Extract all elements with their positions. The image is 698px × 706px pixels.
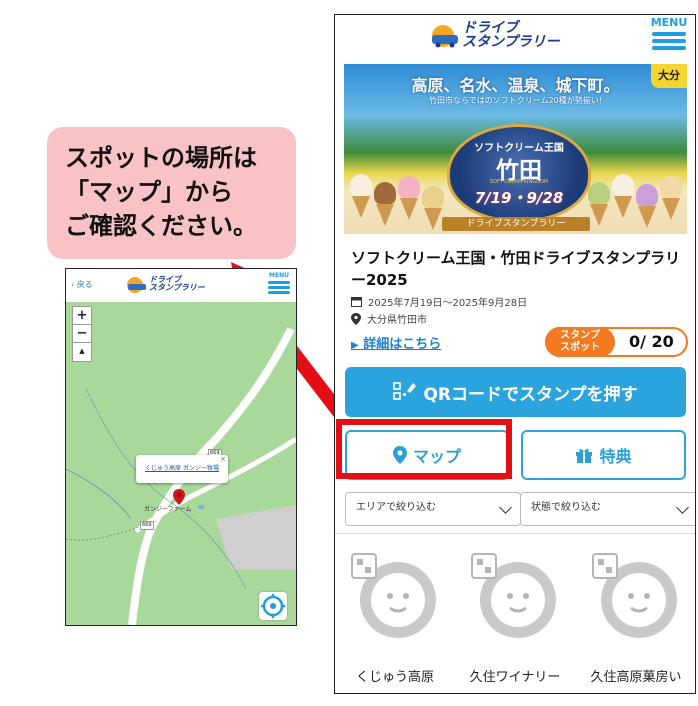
soft-cream-icon bbox=[374, 182, 396, 226]
spot-card[interactable]: 久住ワイナリー bbox=[455, 533, 576, 693]
logo-car-icon bbox=[127, 277, 146, 293]
qr-stamp-button[interactable]: QRコードでスタンプを押す bbox=[345, 367, 686, 417]
back-chevron-icon: ‹ bbox=[71, 280, 75, 289]
detail-link[interactable]: ▶ 詳細はこちら bbox=[351, 333, 441, 352]
stamp-spot-badge: スタンプ スポット bbox=[545, 327, 615, 357]
menu-bar-icon bbox=[652, 39, 686, 43]
map-popup[interactable]: くじゅう高原 ガンジー牧場 × bbox=[136, 455, 228, 483]
stamp-spot-counter: スタンプ スポット 0/ 20 bbox=[545, 327, 688, 357]
menu-label: MENU bbox=[650, 16, 688, 29]
stamp-count-value: 0/ 20 bbox=[629, 332, 674, 351]
calendar-icon bbox=[351, 297, 362, 307]
stamp-label-line2: スポット bbox=[560, 342, 600, 353]
popup-close-icon[interactable]: × bbox=[220, 445, 226, 473]
banner-headline: 高原、名水、温泉、城下町。 bbox=[411, 76, 620, 95]
logo-line2: スタンプラリー bbox=[462, 34, 560, 50]
chevron-down-icon bbox=[499, 501, 512, 514]
highlight-box bbox=[336, 419, 512, 479]
stamp-placeholder-icon bbox=[471, 553, 556, 638]
logo-car-icon bbox=[432, 25, 458, 48]
back-link[interactable]: ‹ 戻る bbox=[71, 279, 93, 290]
menu-bar-icon bbox=[268, 281, 290, 284]
menu-bar-icon bbox=[652, 46, 686, 50]
emblem-en-text: SOFT CREAM KINGDOM bbox=[489, 179, 549, 185]
prefecture-tag: 大分 bbox=[651, 64, 687, 88]
area-filter-select[interactable]: エリアで絞り込む bbox=[345, 492, 521, 526]
location-text: 大分県竹田市 bbox=[367, 315, 427, 326]
play-triangle-icon: ▶ bbox=[351, 340, 359, 351]
spot-name: 久住ワイナリー bbox=[469, 670, 561, 685]
mini-menu-label: MENU bbox=[269, 272, 289, 279]
map-pin-icon[interactable] bbox=[173, 489, 185, 505]
qr-button-label: QRコードでスタンプを押す bbox=[423, 384, 638, 405]
app-logo[interactable]: ドライブ スタンプラリー bbox=[430, 19, 560, 51]
soft-cream-icon bbox=[422, 186, 444, 230]
stamp-label-line1: スタンプ bbox=[560, 330, 600, 341]
soft-cream-icon bbox=[588, 182, 610, 226]
perk-button-label: 特典 bbox=[599, 447, 632, 466]
soft-cream-icon bbox=[636, 184, 658, 228]
period-row: 2025年7月19日〜2025年9月28日 bbox=[351, 294, 527, 309]
compass-button[interactable]: ▲ bbox=[72, 342, 92, 362]
banner-subline: 竹田市ならではのソフトクリーム20種が勢揃い! bbox=[429, 96, 602, 105]
location-pin-icon bbox=[351, 312, 361, 325]
mini-logo[interactable]: ドライブ スタンプラリー bbox=[126, 273, 205, 295]
stamp-placeholder-icon bbox=[592, 553, 677, 638]
mini-header: ‹ 戻る ドライブ スタンプラリー MENU bbox=[66, 269, 296, 302]
map-canvas[interactable] bbox=[66, 269, 296, 625]
mini-menu-button[interactable]: MENU bbox=[266, 272, 292, 296]
place-label: ガンジーファーム bbox=[144, 506, 192, 513]
soft-cream-icon bbox=[660, 176, 682, 220]
chevron-down-icon bbox=[676, 501, 689, 514]
area-filter-label: エリアで絞り込む bbox=[356, 502, 436, 513]
menu-bar-icon bbox=[268, 291, 290, 294]
zoom-in-button[interactable]: + bbox=[72, 306, 92, 326]
detail-link-label: 詳細はこちら bbox=[363, 337, 442, 352]
perk-button[interactable]: 特典 bbox=[521, 430, 686, 480]
soft-cream-icon bbox=[350, 174, 372, 218]
locate-button[interactable] bbox=[259, 592, 287, 620]
status-filter-label: 状態で絞り込む bbox=[531, 502, 601, 513]
soft-cream-icon bbox=[398, 176, 420, 220]
crosshair-icon bbox=[261, 594, 285, 618]
event-banner: 高原、名水、温泉、城下町。 竹田市ならではのソフトクリーム20種が勢揃い! 大分… bbox=[344, 64, 687, 234]
zoom-out-button[interactable]: − bbox=[72, 324, 92, 344]
stamp-placeholder-icon bbox=[351, 553, 436, 638]
spot-name: 久住高原菓房い bbox=[590, 670, 682, 685]
spot-card[interactable]: くじゅう高原 bbox=[335, 533, 456, 693]
soft-cream-icon bbox=[612, 174, 634, 218]
spot-card[interactable]: 久住高原菓房い bbox=[575, 533, 695, 693]
route-badge: 669 bbox=[140, 521, 154, 530]
location-row: 大分県竹田市 bbox=[351, 311, 427, 326]
logo-line1: ドライブ bbox=[462, 20, 518, 36]
menu-bar-icon bbox=[652, 32, 686, 36]
gift-icon bbox=[576, 448, 593, 463]
period-text: 2025年7月19日〜2025年9月28日 bbox=[368, 298, 528, 309]
qr-stamp-icon bbox=[393, 382, 417, 400]
menu-bar-icon bbox=[268, 286, 290, 289]
emblem-dates: 7/19・9/28 bbox=[474, 189, 564, 207]
status-filter-select[interactable]: 状態で絞り込む bbox=[520, 492, 695, 526]
menu-button[interactable]: MENU bbox=[647, 17, 691, 53]
rally-title: ソフトクリーム王国・竹田ドライブスタンプラリー2025 bbox=[351, 249, 681, 289]
popup-link[interactable]: くじゅう高原 ガンジー牧場 bbox=[145, 465, 219, 472]
back-label: 戻る bbox=[76, 280, 93, 289]
kingdom-emblem: ソフトクリーム王国 竹田 SOFT CREAM KINGDOM 7/19・9/2… bbox=[447, 124, 591, 222]
mini-logo-line2: スタンプラリー bbox=[149, 283, 205, 292]
rally-screen: ドライブ スタンプラリー MENU 高原、名水、温泉、城下町。 竹田市ならではの… bbox=[334, 14, 696, 694]
banner-ribbon: ドライブスタンプラリー bbox=[442, 217, 590, 231]
spot-name: くじゅう高原 bbox=[355, 670, 434, 685]
map-screen: ‹ 戻る ドライブ スタンプラリー MENU + − ▲ 669 669 くじゅ… bbox=[65, 268, 297, 626]
